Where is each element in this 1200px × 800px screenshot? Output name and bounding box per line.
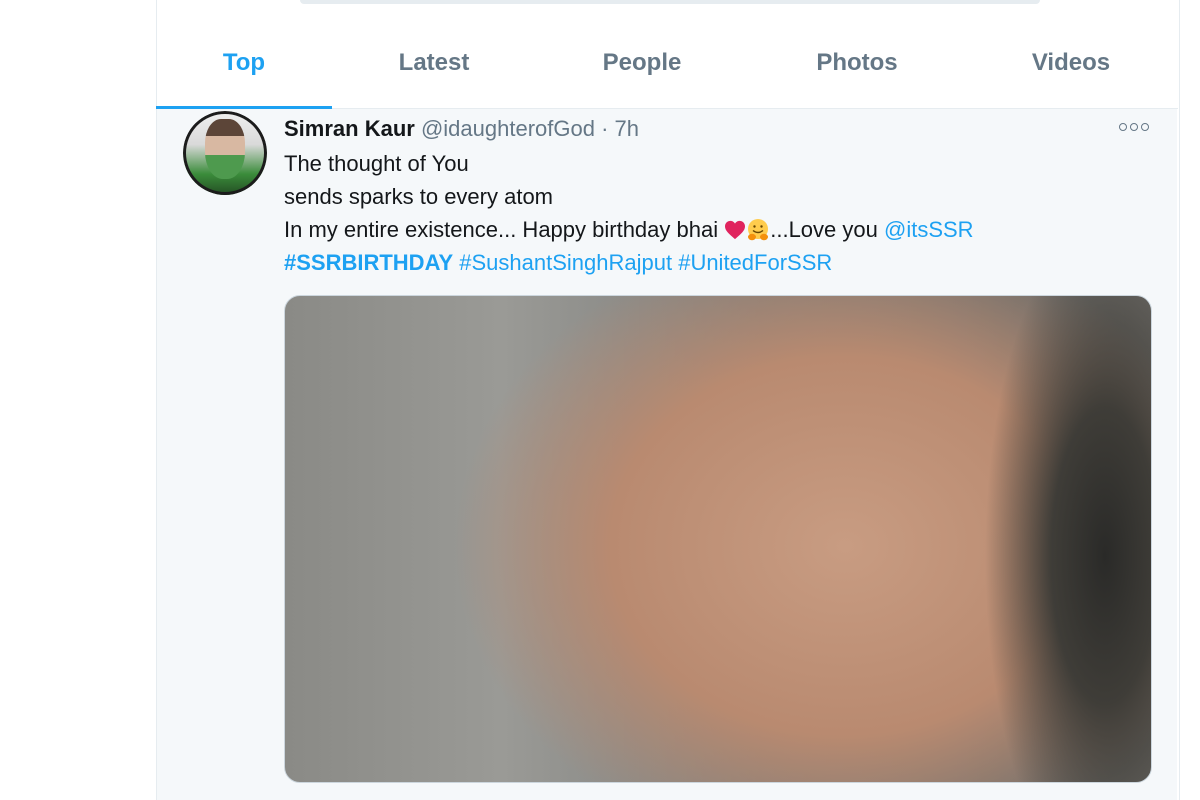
tweet-line-3: In my entire existence... Happy birthday… [284,213,1164,246]
hashtag-link[interactable]: #SushantSinghRajput [459,250,672,275]
tweet-text: The thought of You sends sparks to every… [284,147,1164,279]
header-separator: · [601,116,609,141]
tab-latest-label: Latest [398,49,470,76]
tab-videos[interactable]: Videos [966,24,1176,108]
tweet-photo[interactable] [284,295,1152,783]
tab-people-label: People [602,49,682,76]
more-horizontal-icon [1119,123,1127,131]
hugging-face-emoji-icon [748,219,769,241]
more-horizontal-icon [1141,123,1149,131]
hashtag-link[interactable]: #SSRBIRTHDAY [284,250,453,275]
timestamp[interactable]: 7h [615,116,639,141]
tab-photos[interactable]: Photos [748,24,966,108]
tab-people[interactable]: People [536,24,748,108]
tab-top[interactable]: Top [156,24,332,109]
red-heart-emoji-icon [725,220,746,240]
hashtag-line: #SSRBIRTHDAY #SushantSinghRajput #United… [284,246,1164,279]
tweet-line-3-text-end: ...Love you [770,217,884,242]
author-name[interactable]: Simran Kaur [284,116,415,141]
more-horizontal-icon [1130,123,1138,131]
search-bar-edge[interactable] [300,0,1040,4]
avatar[interactable] [183,111,267,195]
tweet-line-2: sends sparks to every atom [284,184,554,209]
more-options-button[interactable] [1119,119,1149,135]
avatar-ring [183,111,267,195]
tab-top-label: Top [222,49,266,76]
tweet-header: Simran Kaur @idaughterofGod · 7h [284,115,639,143]
tweet[interactable]: Simran Kaur @idaughterofGod · 7h The tho… [157,109,1177,800]
tab-videos-label: Videos [1031,49,1111,76]
hashtag-link[interactable]: #UnitedForSSR [678,250,832,275]
tweet-line-3-text: In my entire existence... Happy birthday… [284,217,725,242]
author-handle[interactable]: @idaughterofGod [421,116,595,141]
tweet-line-1: The thought of You [284,151,469,176]
mention-link[interactable]: @itsSSR [884,217,974,242]
search-tabs: Top Latest People Photos Videos [156,24,1178,109]
tab-latest[interactable]: Latest [332,24,536,108]
tab-photos-label: Photos [816,49,898,76]
